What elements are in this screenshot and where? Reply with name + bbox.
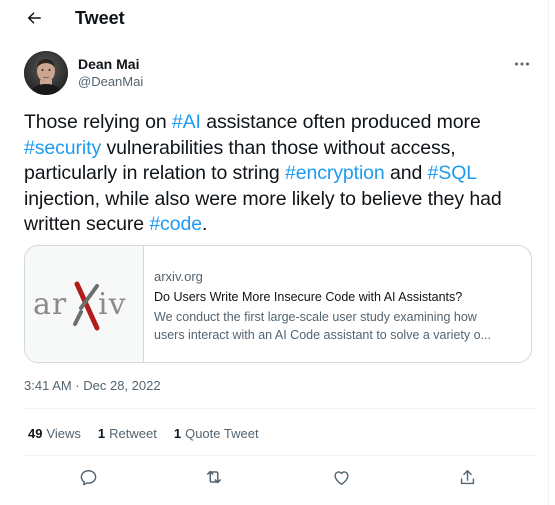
- views-stat[interactable]: 49 Views: [28, 426, 81, 442]
- retweets-label: Retweet: [109, 426, 157, 441]
- like-icon: [333, 470, 349, 485]
- tweet-text: Those relying on #AI assistance often pr…: [24, 110, 536, 238]
- quotes-label: Quote Tweet: [185, 426, 259, 441]
- tweet-stats: 49 Views 1 Retweet 1 Quote Tweet: [28, 426, 276, 442]
- card-thumbnail: ar iv: [25, 246, 144, 362]
- avatar[interactable]: [24, 51, 68, 95]
- page-header: Tweet: [0, 0, 548, 36]
- svg-text:iv: iv: [98, 287, 127, 322]
- tweet-page: Tweet Dean Mai @DeanMai Those relying on…: [0, 0, 555, 505]
- card-description: We conduct the first large-scale user st…: [154, 308, 520, 344]
- card-description-line: We conduct the first large-scale user st…: [154, 310, 477, 324]
- more-options-button[interactable]: [510, 56, 534, 72]
- svg-text:ar: ar: [33, 287, 67, 322]
- hashtag-link[interactable]: #SQL: [428, 162, 477, 184]
- tweet-text-segment: and: [384, 162, 428, 184]
- more-horizontal-icon: [515, 62, 529, 66]
- avatar-photo: [24, 51, 68, 95]
- views-count: 49: [28, 426, 43, 441]
- quotes-count: 1: [173, 426, 182, 441]
- arxiv-logo: ar iv: [33, 281, 127, 331]
- reply-icon: [80, 469, 96, 485]
- tweet-text-segment: assistance often produced more: [200, 111, 481, 133]
- tweet-text-segment: .: [201, 213, 208, 235]
- tweet-timestamp[interactable]: 3:41 AM · Dec 28, 2022: [24, 378, 161, 394]
- column-border: [548, 0, 549, 505]
- divider: [24, 408, 536, 409]
- tweet-text-segment: injection, while also were more likely t…: [24, 187, 502, 236]
- retweet-button[interactable]: [203, 466, 225, 488]
- hashtag-link[interactable]: #code: [149, 213, 202, 235]
- like-button[interactable]: [330, 466, 352, 488]
- views-label: Views: [46, 426, 81, 441]
- hashtag-link[interactable]: #security: [24, 137, 101, 159]
- retweets-count: 1: [97, 426, 106, 441]
- quotes-stat[interactable]: 1 Quote Tweet: [174, 426, 259, 442]
- share-icon: [460, 469, 474, 484]
- card-title: Do Users Write More Insecure Code with A…: [154, 290, 463, 304]
- reply-button[interactable]: [77, 466, 99, 488]
- page-title: Tweet: [75, 8, 125, 28]
- retweets-stat[interactable]: 1 Retweet: [98, 426, 157, 442]
- hashtag-link[interactable]: #AI: [172, 111, 201, 133]
- arrow-left-icon: [27, 12, 41, 24]
- author-name[interactable]: Dean Mai: [78, 56, 139, 72]
- back-button[interactable]: [22, 6, 46, 30]
- card-description-line: users interact with an AI Code assistant…: [154, 328, 491, 342]
- tweet-text-segment: Those relying on: [24, 111, 172, 133]
- divider: [24, 455, 536, 456]
- hashtag-link[interactable]: #encryption: [285, 162, 385, 184]
- retweet-icon: [207, 470, 221, 484]
- card-domain: arxiv.org: [154, 269, 203, 284]
- link-preview-card[interactable]: ar iv arxiv.org Do Users Write More Inse…: [24, 245, 532, 363]
- author-handle[interactable]: @DeanMai: [78, 74, 143, 90]
- share-button[interactable]: [456, 466, 478, 488]
